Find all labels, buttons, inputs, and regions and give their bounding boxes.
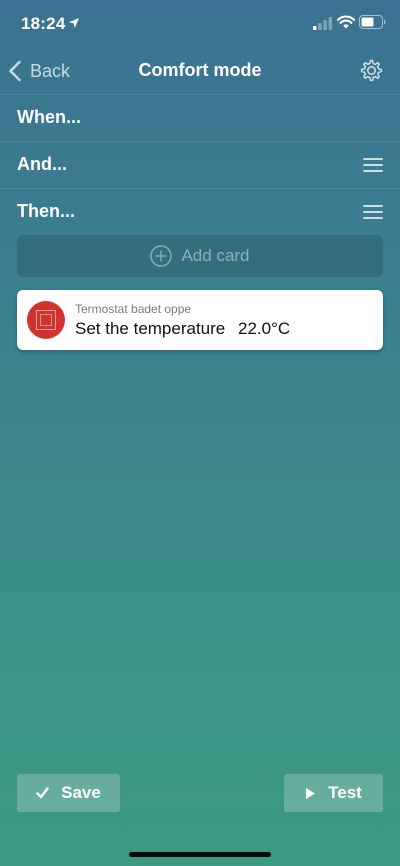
test-button[interactable]: Test [284, 774, 383, 812]
drag-handle-icon[interactable] [363, 158, 383, 172]
location-arrow-icon [69, 18, 79, 28]
section-when[interactable]: When... [0, 94, 400, 141]
section-then[interactable]: Then... [0, 188, 400, 235]
card-action-text: Set the temperature [75, 319, 226, 338]
play-icon [306, 787, 316, 799]
section-then-label: Then... [17, 201, 75, 221]
gear-icon[interactable] [359, 58, 384, 83]
cellular-signal-icon [313, 17, 333, 30]
thermostat-icon [27, 301, 65, 339]
home-indicator [129, 852, 271, 857]
checkmark-icon [36, 787, 49, 799]
device-name: Termostat badet oppe [75, 302, 192, 316]
save-label: Save [61, 783, 101, 802]
section-and[interactable]: And... [0, 141, 400, 188]
action-card[interactable]: Termostat badet oppe Set the temperature… [17, 290, 383, 350]
test-label: Test [328, 783, 362, 802]
temperature-value[interactable]: 22.0°C [238, 319, 290, 338]
card-action-row: Set the temperature 22.0°C [75, 319, 290, 339]
section-and-label: And... [17, 154, 67, 174]
drag-handle-icon[interactable] [363, 205, 383, 219]
save-button[interactable]: Save [17, 774, 120, 812]
status-time: 18:24 [21, 14, 66, 33]
section-when-label: When... [17, 107, 81, 127]
add-card-button[interactable]: Add card [17, 235, 383, 277]
battery-icon [359, 15, 386, 29]
status-bar: 18:24 [0, 0, 400, 48]
wifi-icon [337, 15, 355, 29]
add-card-label: Add card [181, 246, 250, 265]
page-title: Comfort mode [138, 60, 262, 80]
navigation-bar: Back Comfort mode [0, 48, 400, 94]
plus-circle-icon [150, 245, 173, 267]
